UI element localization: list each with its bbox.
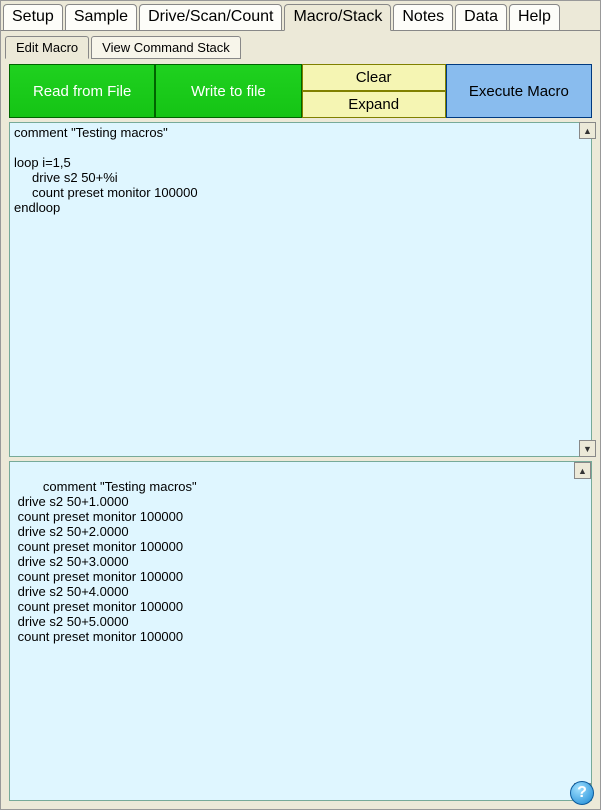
- editor-area: ▲ ▼ comment "Testing macros" drive s2 50…: [5, 122, 596, 805]
- app-window: Setup Sample Drive/Scan/Count Macro/Stac…: [0, 0, 601, 810]
- editor-scroll-up[interactable]: ▲: [579, 122, 596, 139]
- clear-button[interactable]: Clear: [302, 64, 446, 91]
- macro-toolbar: Read from File Write to file Clear Expan…: [9, 64, 592, 118]
- tab-setup[interactable]: Setup: [3, 4, 63, 31]
- tab-help[interactable]: Help: [509, 4, 560, 31]
- tab-drive-scan-count[interactable]: Drive/Scan/Count: [139, 4, 282, 31]
- sub-tab-bar: Edit Macro View Command Stack: [5, 35, 596, 58]
- tab-macro-stack[interactable]: Macro/Stack: [284, 4, 391, 31]
- macro-editor-textarea[interactable]: [9, 122, 592, 457]
- write-to-file-button[interactable]: Write to file: [155, 64, 301, 118]
- sub-tab-view-command-stack[interactable]: View Command Stack: [91, 36, 241, 59]
- output-text: comment "Testing macros" drive s2 50+1.0…: [14, 479, 197, 644]
- clear-expand-group: Clear Expand: [302, 64, 446, 118]
- expand-button[interactable]: Expand: [302, 91, 446, 118]
- tab-notes[interactable]: Notes: [393, 4, 453, 31]
- read-from-file-button[interactable]: Read from File: [9, 64, 155, 118]
- tab-sample[interactable]: Sample: [65, 4, 137, 31]
- main-tab-bar: Setup Sample Drive/Scan/Count Macro/Stac…: [1, 1, 600, 30]
- sub-tab-edit-macro[interactable]: Edit Macro: [5, 36, 89, 59]
- macro-output-textarea[interactable]: comment "Testing macros" drive s2 50+1.0…: [9, 461, 592, 801]
- execute-macro-button[interactable]: Execute Macro: [446, 64, 592, 118]
- editor-scroll-down[interactable]: ▼: [579, 440, 596, 457]
- output-scroll-up[interactable]: ▲: [574, 462, 591, 479]
- help-icon[interactable]: ?: [570, 781, 594, 805]
- macro-panel: Edit Macro View Command Stack Read from …: [1, 30, 600, 809]
- tab-data[interactable]: Data: [455, 4, 507, 31]
